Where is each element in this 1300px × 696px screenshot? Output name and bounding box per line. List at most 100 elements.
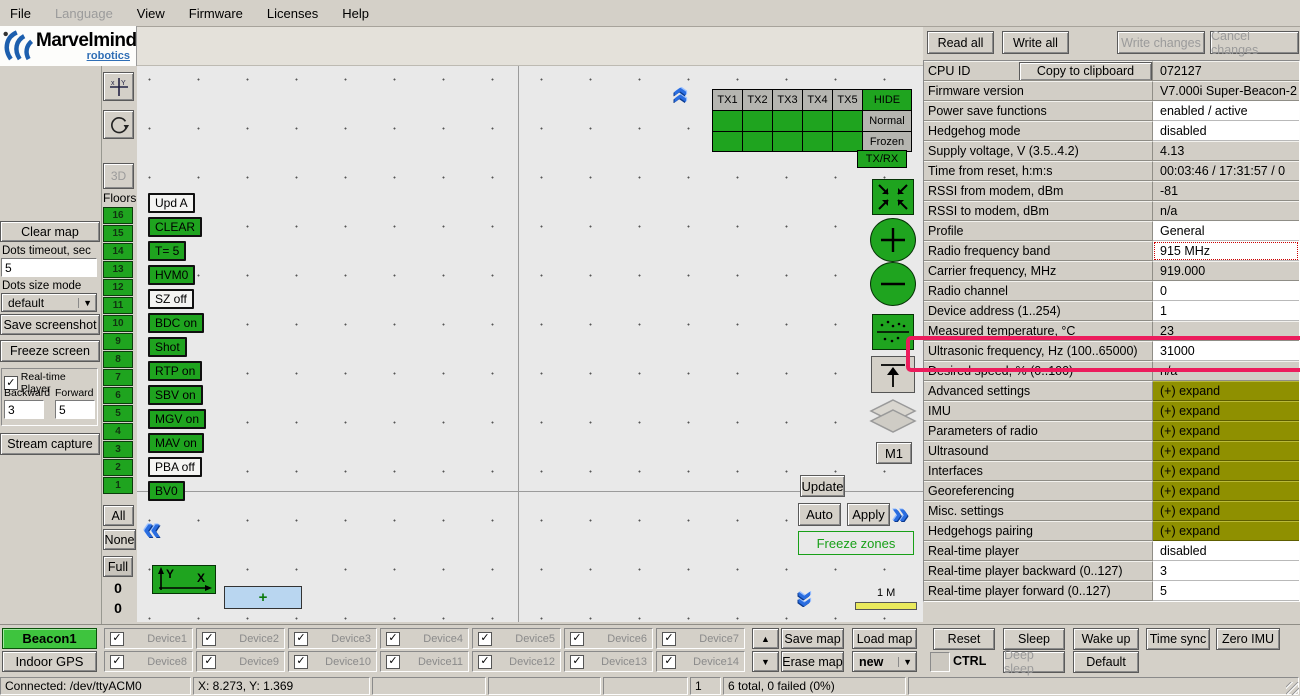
param-value-real-time-player[interactable]: disabled (1153, 541, 1299, 561)
floor-button-6[interactable]: 6 (103, 387, 133, 404)
device-checkbox-device9[interactable]: ✓ (202, 655, 216, 669)
floor-button-8[interactable]: 8 (103, 351, 133, 368)
param-value-misc-settings[interactable]: (+) expand (1153, 501, 1299, 521)
tx-hide-button[interactable]: HIDE (863, 90, 911, 110)
floors-none-button[interactable]: None (103, 529, 136, 550)
tx-row-frozen[interactable]: Frozen (863, 132, 911, 151)
param-value-advanced-settings[interactable]: (+) expand (1153, 381, 1299, 401)
param-value-ultrasound[interactable]: (+) expand (1153, 441, 1299, 461)
device-checkbox-device11[interactable]: ✓ (386, 655, 400, 669)
forward-input[interactable] (55, 400, 95, 419)
ctrl-indicator[interactable] (930, 652, 950, 672)
erase-map-button[interactable]: Erase map (781, 651, 844, 672)
map-action-mav-on[interactable]: MAV on (148, 433, 204, 453)
device-cell-device6[interactable]: ✓Device6 (564, 628, 653, 649)
rotate-tool-button[interactable] (103, 110, 134, 139)
devices-scroll-up-button[interactable]: ▲ (752, 628, 779, 649)
map-action-shot[interactable]: Shot (148, 337, 187, 357)
add-submap-button[interactable]: + (224, 586, 302, 609)
param-value-radio-channel[interactable]: 0 (1153, 281, 1299, 301)
map-action-pba-off[interactable]: PBA off (148, 457, 202, 477)
floor-button-3[interactable]: 3 (103, 441, 133, 458)
txrx-toggle-button[interactable]: TX/RX (857, 150, 907, 168)
floor-button-13[interactable]: 13 (103, 261, 133, 278)
param-value-real-time-player-forward-0-127[interactable]: 5 (1153, 581, 1299, 601)
device-cell-device9[interactable]: ✓Device9 (196, 651, 285, 672)
default-button[interactable]: Default (1073, 651, 1139, 673)
map-select-arrow-icon[interactable]: ▼ (898, 657, 916, 667)
resize-grip[interactable] (1286, 682, 1299, 695)
apply-right-chevron-icon[interactable]: » (892, 499, 909, 529)
floors-full-button[interactable]: Full (103, 556, 133, 577)
map-action-upd-a[interactable]: Upd A (148, 193, 195, 213)
tx-cell-frozen-5[interactable] (833, 132, 862, 151)
map-select[interactable]: new ▼ (852, 651, 917, 672)
beacon-tab[interactable]: Beacon1 (2, 628, 97, 649)
param-value-georeferencing[interactable]: (+) expand (1153, 481, 1299, 501)
map-action-hvm0[interactable]: HVM0 (148, 265, 195, 285)
freeze-zones-button[interactable]: Freeze zones (798, 531, 914, 555)
param-value-hedgehog-mode[interactable]: disabled (1153, 121, 1299, 141)
reset-button[interactable]: Reset (933, 628, 995, 650)
sleep-button[interactable]: Sleep (1003, 628, 1065, 650)
map-action-sbv-on[interactable]: SBV on (148, 385, 203, 405)
map-action-t-5[interactable]: T= 5 (148, 241, 186, 261)
param-value-profile[interactable]: General (1153, 221, 1299, 241)
map-action-bv0[interactable]: BV0 (148, 481, 185, 501)
menu-help[interactable]: Help (342, 6, 369, 21)
device-checkbox-device13[interactable]: ✓ (570, 655, 584, 669)
crosshair-tool-button[interactable]: xY (103, 72, 134, 101)
device-cell-device7[interactable]: ✓Device7 (656, 628, 745, 649)
map-action-clear[interactable]: CLEAR (148, 217, 202, 237)
map-canvas[interactable]: Upd ACLEART= 5HVM0SZ offBDC onShotRTP on… (137, 65, 923, 622)
tx-header-tx1[interactable]: TX1 (713, 90, 742, 110)
update-button[interactable]: Update (800, 475, 845, 497)
tx-cell-frozen-4[interactable] (803, 132, 832, 151)
layers-button[interactable] (869, 398, 917, 438)
dropdown-arrow-icon[interactable]: ▼ (78, 298, 96, 308)
fit-to-screen-button[interactable] (872, 179, 914, 215)
tx-cell-frozen-3[interactable] (773, 132, 802, 151)
device-checkbox-device8[interactable]: ✓ (110, 655, 124, 669)
floor-button-9[interactable]: 9 (103, 333, 133, 350)
device-checkbox-device4[interactable]: ✓ (386, 632, 400, 646)
clear-map-button[interactable]: Clear map (0, 221, 100, 242)
device-checkbox-device6[interactable]: ✓ (570, 632, 584, 646)
auto-button[interactable]: Auto (798, 503, 841, 526)
floor-button-7[interactable]: 7 (103, 369, 133, 386)
map-action-bdc-on[interactable]: BDC on (148, 313, 204, 333)
write-changes-button[interactable]: Write changes (1117, 31, 1205, 54)
map-action-mgv-on[interactable]: MGV on (148, 409, 206, 429)
backward-input[interactable] (4, 400, 44, 419)
tx-cell-frozen-1[interactable] (713, 132, 742, 151)
tx-row-normal[interactable]: Normal (863, 111, 911, 131)
device-cell-device2[interactable]: ✓Device2 (196, 628, 285, 649)
menu-view[interactable]: View (137, 6, 165, 21)
tx-cell-normal-4[interactable] (803, 111, 832, 131)
floor-button-5[interactable]: 5 (103, 405, 133, 422)
device-checkbox-device7[interactable]: ✓ (662, 632, 676, 646)
wake-up-button[interactable]: Wake up (1073, 628, 1139, 650)
threed-button[interactable]: 3D (103, 163, 134, 189)
floors-all-button[interactable]: All (103, 505, 134, 526)
floor-button-12[interactable]: 12 (103, 279, 133, 296)
cancel-changes-button[interactable]: Cancel changes (1210, 31, 1299, 54)
device-cell-device10[interactable]: ✓Device10 (288, 651, 377, 672)
device-cell-device1[interactable]: ✓Device1 (104, 628, 193, 649)
device-cell-device13[interactable]: ✓Device13 (564, 651, 653, 672)
floor-button-10[interactable]: 10 (103, 315, 133, 332)
dots-size-mode-select[interactable]: default ▼ (1, 293, 97, 312)
device-checkbox-device3[interactable]: ✓ (294, 632, 308, 646)
device-cell-device14[interactable]: ✓Device14 (656, 651, 745, 672)
device-cell-device5[interactable]: ✓Device5 (472, 628, 561, 649)
tx-header-tx4[interactable]: TX4 (803, 90, 832, 110)
menu-licenses[interactable]: Licenses (267, 6, 318, 21)
param-value-hedgehogs-pairing[interactable]: (+) expand (1153, 521, 1299, 541)
devices-scroll-down-button[interactable]: ▼ (752, 651, 779, 672)
floor-button-11[interactable]: 11 (103, 297, 133, 314)
freeze-screen-button[interactable]: Freeze screen (0, 340, 100, 362)
device-cell-device12[interactable]: ✓Device12 (472, 651, 561, 672)
zero-imu-button[interactable]: Zero IMU (1216, 628, 1280, 650)
map-action-rtp-on[interactable]: RTP on (148, 361, 202, 381)
param-value-interfaces[interactable]: (+) expand (1153, 461, 1299, 481)
